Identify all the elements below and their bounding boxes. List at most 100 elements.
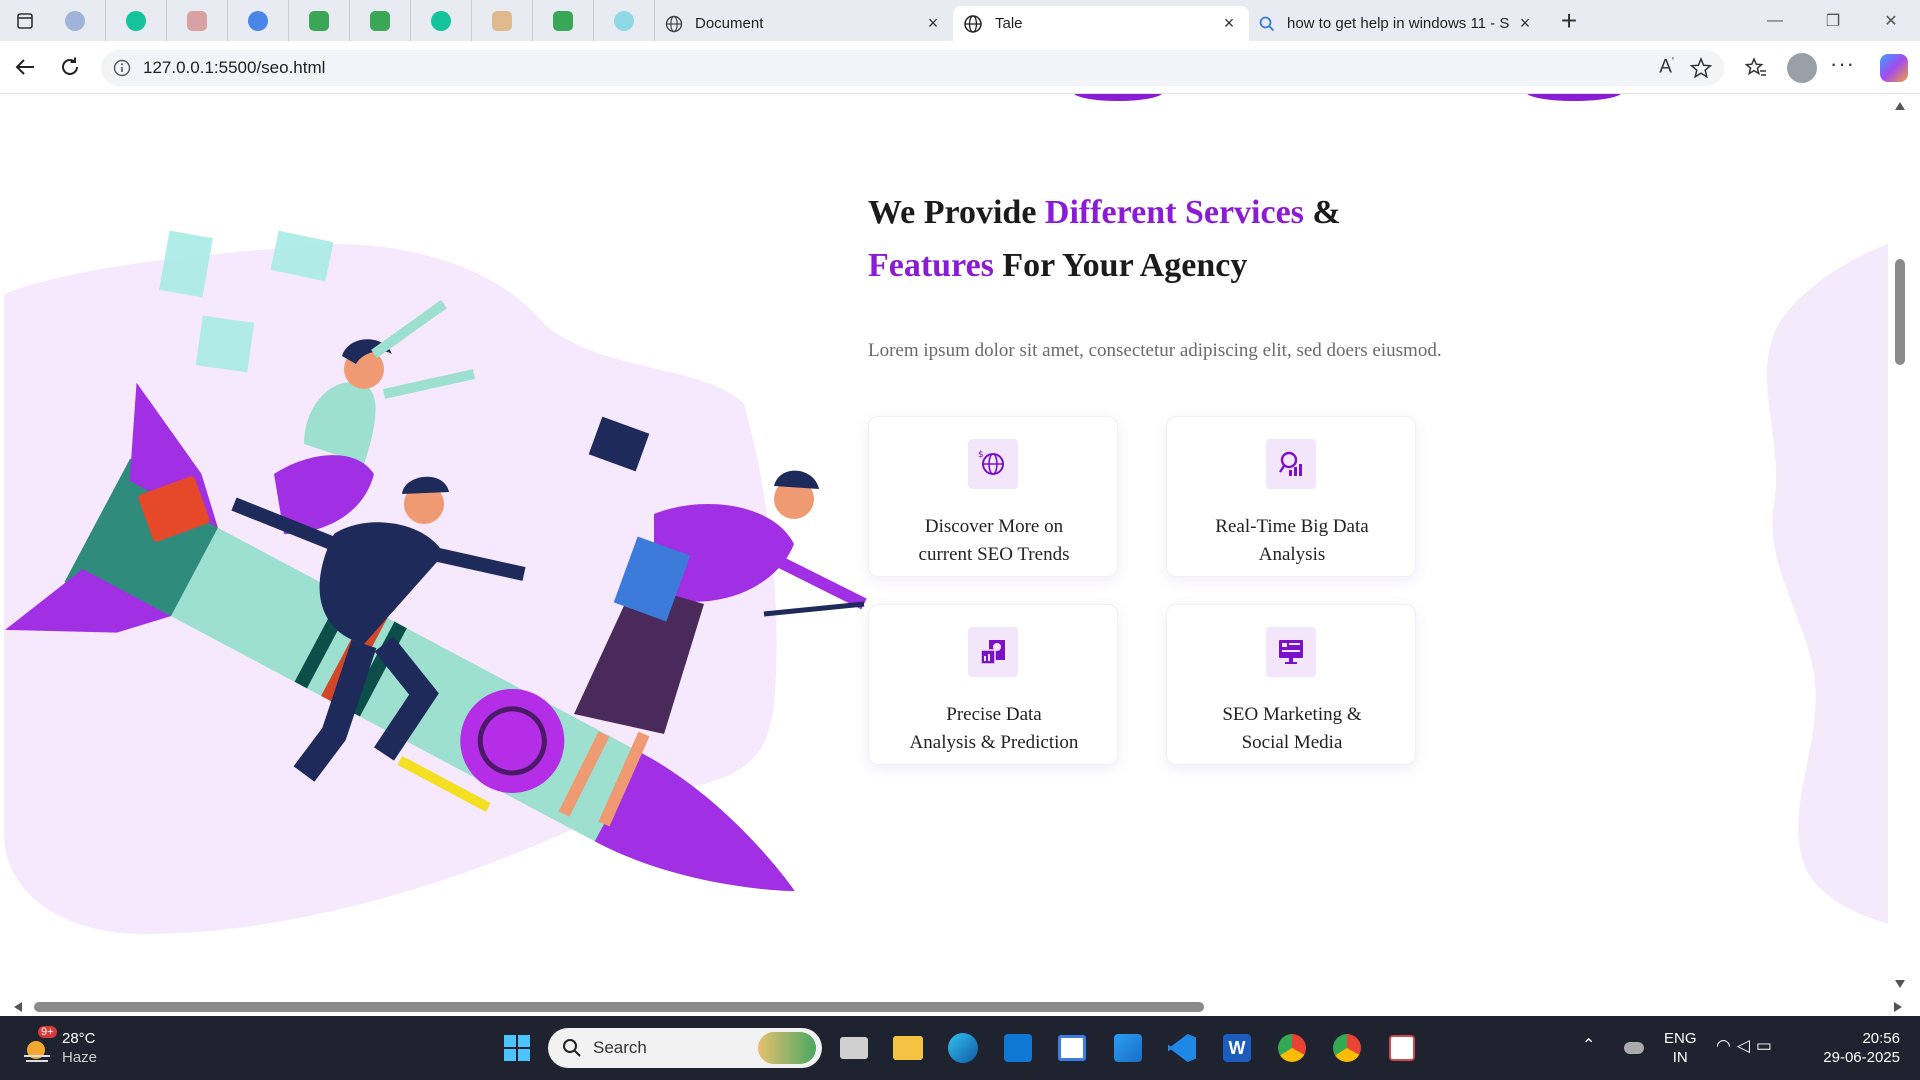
tab-tale[interactable]: Tale × xyxy=(953,6,1249,41)
language-indicator[interactable]: ENG IN xyxy=(1664,1029,1697,1067)
profile-avatar[interactable] xyxy=(1787,53,1817,83)
tab-search[interactable]: how to get help in windows 11 - S × xyxy=(1249,6,1545,41)
reload-button[interactable] xyxy=(54,51,86,83)
service-card-big-data[interactable]: Real-Time Big Data Analysis xyxy=(1166,416,1416,577)
monitor-chart-icon xyxy=(1266,627,1316,677)
plus-icon: + xyxy=(1560,4,1578,36)
restore-button[interactable]: ❐ xyxy=(1804,0,1862,41)
network-volume-battery-icons[interactable]: ◠◁▭ xyxy=(1716,1036,1778,1055)
scroll-down-arrow-icon[interactable] xyxy=(1895,980,1905,988)
copilot-icon[interactable] xyxy=(1880,54,1908,82)
service-card-seo-marketing[interactable]: SEO Marketing & Social Media xyxy=(1166,604,1416,765)
chrome-profile-icon[interactable] xyxy=(1274,1030,1310,1066)
grammarly-icon xyxy=(126,10,146,31)
pinned-tab-5[interactable] xyxy=(289,0,350,41)
sheet-favicon-icon xyxy=(370,10,390,31)
store-icon[interactable] xyxy=(1054,1030,1090,1066)
heading-text: For Your Agency xyxy=(993,247,1248,284)
tab-favicon-icon xyxy=(65,10,85,31)
vertical-scrollbar[interactable] xyxy=(1888,94,1912,1002)
decor-right-shape xyxy=(1766,244,1888,924)
horizontal-scroll-thumb[interactable] xyxy=(34,1002,1204,1012)
page-viewport: We Provide Different Services & Features… xyxy=(4,94,1888,1002)
search-highlight-icon xyxy=(758,1032,816,1064)
tab-actions-icon xyxy=(17,12,33,29)
section-heading: We Provide Different Services & Features… xyxy=(868,186,1428,292)
start-button[interactable] xyxy=(499,1030,535,1066)
tab-title: Tale xyxy=(995,15,1023,32)
heading-text: We Provide xyxy=(868,194,1045,231)
close-window-button[interactable]: ✕ xyxy=(1862,0,1920,41)
vertical-scroll-thumb[interactable] xyxy=(1895,259,1905,365)
svg-text:$: $ xyxy=(978,450,984,460)
pinned-tab-6[interactable] xyxy=(350,0,411,41)
close-tab-button[interactable]: × xyxy=(923,13,943,34)
canva-favicon-icon xyxy=(614,10,634,31)
show-hidden-icons-button[interactable]: ⌃ xyxy=(1582,1036,1595,1055)
sheet-favicon-icon xyxy=(553,10,573,31)
pinned-tab-10[interactable] xyxy=(594,0,655,41)
close-tab-button[interactable]: × xyxy=(1219,13,1239,34)
card-label: SEO Marketing & Social Media xyxy=(1222,704,1362,753)
tab-document[interactable]: Document × xyxy=(655,6,953,41)
rocket-illustration xyxy=(4,230,867,934)
address-bar[interactable]: 127.0.0.1:5500/seo.html Aʹ xyxy=(101,50,1724,86)
sheet-favicon-icon xyxy=(309,10,329,31)
minimize-button[interactable]: — xyxy=(1746,0,1804,41)
file-explorer-icon[interactable] xyxy=(890,1030,926,1066)
info-icon[interactable] xyxy=(113,59,131,77)
task-view-icon[interactable] xyxy=(836,1030,872,1066)
favorites-icon[interactable] xyxy=(1744,56,1768,80)
tab-bar: Document × Tale × how to get help in win… xyxy=(0,0,1920,41)
service-card-seo-trends[interactable]: $ Discover More on current SEO Trends xyxy=(868,416,1118,577)
search-icon xyxy=(1259,16,1275,31)
favorite-star-icon[interactable] xyxy=(1690,57,1712,79)
heading-text: & xyxy=(1303,194,1341,231)
read-aloud-icon[interactable]: Aʹ xyxy=(1659,56,1674,78)
grammarly-icon xyxy=(431,10,451,31)
arrow-left-icon xyxy=(15,59,34,75)
pinned-tab-9[interactable] xyxy=(533,0,594,41)
url-text: 127.0.0.1:5500/seo.html xyxy=(143,58,326,77)
tab-actions-button[interactable] xyxy=(5,6,45,36)
new-tab-button[interactable]: + xyxy=(1549,4,1589,36)
pinned-tab-1[interactable] xyxy=(45,0,106,41)
globe-icon xyxy=(665,15,683,32)
chrome-icon[interactable] xyxy=(1329,1030,1365,1066)
service-card-data-analysis[interactable]: Precise Data Analysis & Prediction xyxy=(868,604,1118,765)
back-button[interactable] xyxy=(9,51,41,83)
search-icon xyxy=(563,1039,581,1057)
word-icon[interactable]: W xyxy=(1219,1030,1255,1066)
weather-text[interactable]: 28°C Haze xyxy=(62,1029,97,1067)
horizontal-scrollbar[interactable] xyxy=(4,998,1912,1016)
card-label: Real-Time Big Data Analysis xyxy=(1215,516,1369,565)
close-tab-button[interactable]: × xyxy=(1515,13,1535,34)
onedrive-icon[interactable] xyxy=(1616,1030,1652,1066)
card-label: Discover More on current SEO Trends xyxy=(918,516,1070,565)
taskbar-search[interactable]: Search xyxy=(548,1028,822,1068)
more-menu-icon[interactable]: ··· xyxy=(1830,51,1855,77)
outlook-icon[interactable] xyxy=(1000,1030,1036,1066)
scroll-left-arrow-icon[interactable] xyxy=(14,1002,22,1012)
pinned-tab-4[interactable] xyxy=(228,0,289,41)
notification-badge: 9+ xyxy=(38,1026,57,1038)
clock[interactable]: 20:56 29-06-2025 xyxy=(1808,1029,1900,1067)
heading-highlight: Different Services xyxy=(1044,194,1304,231)
snipping-tool-icon[interactable] xyxy=(1384,1030,1420,1066)
pinned-tab-8[interactable] xyxy=(472,0,533,41)
globe-dollar-icon: $ xyxy=(968,439,1018,489)
tab-title: how to get help in windows 11 - S xyxy=(1287,15,1510,32)
weather-widget[interactable]: 9+ xyxy=(20,1026,57,1066)
scroll-right-arrow-icon[interactable] xyxy=(1894,1002,1902,1012)
pinned-tab-7[interactable] xyxy=(411,0,472,41)
pinned-tab-2[interactable] xyxy=(106,0,167,41)
doc-favicon-icon xyxy=(492,10,512,31)
gmail-icon xyxy=(187,10,207,31)
pinned-tab-3[interactable] xyxy=(167,0,228,41)
edge-icon[interactable] xyxy=(945,1030,981,1066)
vscode-icon[interactable] xyxy=(1164,1030,1200,1066)
address-toolbar: 127.0.0.1:5500/seo.html Aʹ ··· xyxy=(0,41,1920,94)
photos-icon[interactable] xyxy=(1110,1030,1146,1066)
data-document-icon xyxy=(968,627,1018,677)
scroll-up-arrow-icon[interactable] xyxy=(1895,102,1905,110)
